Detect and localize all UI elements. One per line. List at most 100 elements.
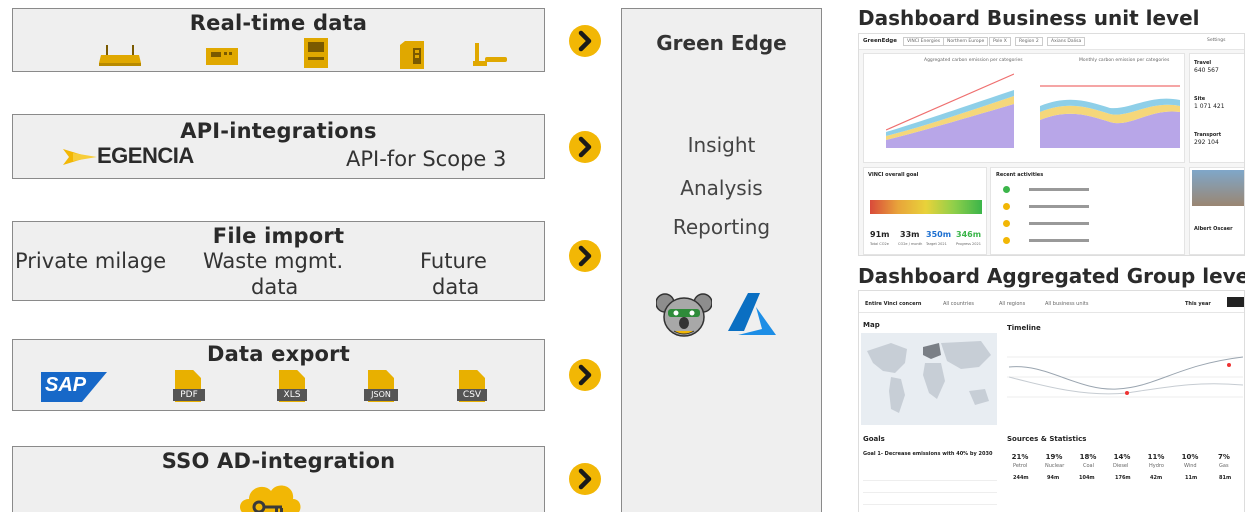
stat-percent: 11% [1147, 453, 1165, 461]
green-edge-title: Green Edge [656, 31, 787, 55]
settings-link[interactable]: Settings [1207, 38, 1225, 43]
goal-action-row[interactable] [863, 485, 997, 493]
file-item-future-2: data [432, 275, 480, 299]
goal-stat-label: Total CO2e [870, 242, 889, 246]
filter-chip[interactable]: Pole X [989, 37, 1011, 46]
dash1-topbar: GreenEdge VINCI Energies Northern Europe… [859, 34, 1244, 50]
stat-percent: 19% [1045, 453, 1063, 461]
source-title: SSO AD-integration [161, 449, 396, 473]
stat-percent: 7% [1218, 453, 1230, 461]
goal-card: VINCI overall goal 91m 33m 350m 346m Tot… [863, 167, 987, 255]
api-scope-note: API-for Scope 3 [346, 147, 507, 171]
goal-text: Goal 1- Decrease emissions with 40% by 2… [863, 451, 993, 457]
source-realtime: Real-time data [12, 8, 545, 72]
sim-card-icon [400, 41, 424, 69]
goal-stat-label: CO2e / month [898, 242, 923, 246]
stat-value: 292 104 [1194, 139, 1219, 146]
dash2-filterbar: Entire Vinci concern All countries All r… [859, 291, 1244, 313]
activity-row-line [1029, 239, 1089, 242]
app-name: GreenEdge [863, 38, 897, 44]
file-item-private-milage: Private milage [15, 249, 167, 273]
source-title: Real-time data [189, 11, 368, 35]
chevron-right-icon [569, 463, 601, 495]
stat-value: 11m [1185, 475, 1198, 481]
goal-gradient-bar [870, 200, 982, 214]
stat-percent: 21% [1011, 453, 1029, 461]
stat-label: Petrol [1013, 463, 1028, 469]
azure-logo-icon [728, 293, 776, 335]
source-file-import: File import Private milage Waste mgmt. d… [12, 221, 545, 301]
stacked-area-chart-1 [886, 73, 1014, 148]
file-item-waste-mgmt-2: data [251, 275, 299, 299]
chevron-right-icon [569, 240, 601, 272]
activity-status-dot [1003, 186, 1010, 193]
contact-name: Albert Oscaer [1194, 226, 1233, 232]
activities-card: Recent activities [990, 167, 1185, 255]
json-label: JSON [364, 389, 398, 401]
activity-row-line [1029, 188, 1089, 191]
device-icon [206, 48, 238, 65]
sources-title: Sources & Statistics [1007, 435, 1087, 443]
pdf-label: PDF [173, 389, 205, 401]
dashboard-bu-screenshot: GreenEdge VINCI Energies Northern Europe… [858, 33, 1245, 256]
green-edge-panel: Green Edge Insight Analysis Reporting [621, 8, 822, 512]
filter-value[interactable]: All regions [999, 301, 1025, 307]
goal-stat: 350m [926, 230, 952, 239]
goal-stat-label: Target 2021 [926, 242, 947, 246]
stat-value: 104m [1079, 475, 1095, 481]
stat-value: 42m [1150, 475, 1163, 481]
filter-value[interactable]: All business units [1045, 301, 1088, 307]
stat-value: 81m [1219, 475, 1232, 481]
stat-label: Gas [1219, 463, 1229, 469]
sap-logo: SAP [41, 372, 107, 402]
chart2-title: Monthly carbon emission per categories [1079, 58, 1170, 63]
world-map[interactable] [861, 333, 997, 425]
side-stats-card: Travel 640 567 Site 1 071 421 Transport … [1189, 53, 1244, 163]
stat-label: Diesel [1113, 463, 1129, 469]
terminal-icon [304, 38, 328, 68]
dashboard-group-screenshot: Entire Vinci concern All countries All r… [858, 290, 1245, 512]
chevron-right-icon [569, 359, 601, 391]
router-icon [99, 45, 141, 66]
goal-action-row[interactable] [863, 473, 997, 481]
chart1-title: Aggregated carbon emission per categorie… [924, 58, 1023, 63]
source-title: File import [212, 224, 345, 248]
source-title: API-integrations [180, 119, 377, 143]
stat-value: 176m [1115, 475, 1131, 481]
cloud-key-icon [240, 485, 301, 512]
egencia-brand: EGENCIA [97, 143, 194, 168]
filter-chip[interactable]: Axians Dalisa [1047, 37, 1086, 46]
file-item-waste-mgmt: Waste mgmt. [203, 249, 344, 273]
goal-action-row[interactable] [863, 497, 997, 505]
source-data-export: Data export SAP PDF XLS JSON CSV [12, 339, 545, 411]
stat-value: 1 071 421 [1194, 103, 1225, 110]
chevron-right-icon [569, 131, 601, 163]
stat-label: Nuclear [1045, 463, 1065, 469]
timeline-chart [1007, 356, 1243, 398]
source-api: API-integrations EGENCIA API-for Scope 3 [12, 114, 545, 179]
feature-reporting: Reporting [672, 215, 771, 239]
xls-label: XLS [277, 389, 307, 401]
activity-row-line [1029, 222, 1089, 225]
filter-value[interactable]: Entire Vinci concern [865, 301, 922, 307]
charts-card: Aggregated carbon emission per categorie… [863, 53, 1185, 163]
filter-chip[interactable]: VINCI Energies [903, 37, 945, 46]
goal-stat-label: Progress 2021 [956, 242, 981, 246]
stat-percent: 14% [1113, 453, 1131, 461]
activity-status-dot [1003, 203, 1010, 210]
office-photo [1192, 170, 1244, 206]
stat-percent: 18% [1079, 453, 1097, 461]
timeline-title: Timeline [1007, 324, 1041, 332]
stat-tile: 21% Petrol 244m 19% Nuclear 94m 18% Coal… [1007, 447, 1243, 497]
feature-insight: Insight [687, 133, 756, 157]
source-sso: SSO AD-integration [12, 446, 545, 512]
feature-analysis: Analysis [680, 176, 763, 200]
goals-title: Goals [863, 435, 885, 443]
timeframe-value[interactable]: This year [1185, 301, 1211, 307]
export-button[interactable] [1227, 297, 1244, 307]
filter-chip[interactable]: Region 2 [1015, 37, 1043, 46]
filter-value[interactable]: All countries [943, 301, 974, 307]
filter-chip[interactable]: Northern Europe [943, 37, 989, 46]
goal-stat: 91m [870, 230, 890, 239]
stat-label: Wind [1184, 463, 1197, 469]
